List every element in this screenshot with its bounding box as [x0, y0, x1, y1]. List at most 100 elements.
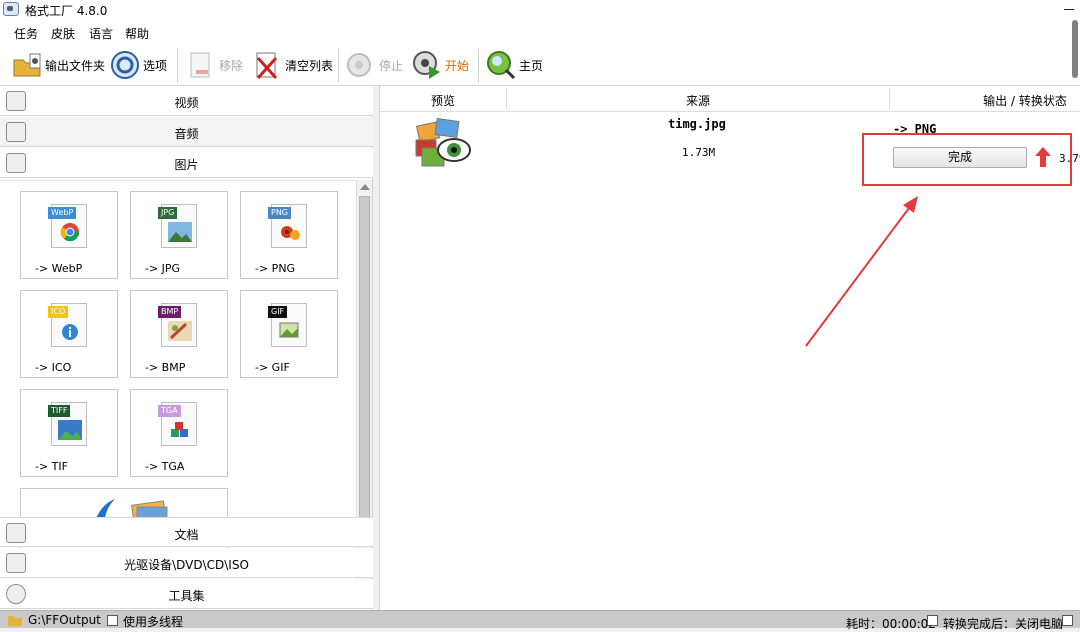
category-optical-label: 光驱设备\DVD\CD\ISO [124, 558, 249, 572]
format-tile-bmp[interactable]: BMP -> BMP [130, 290, 228, 378]
home-label: 主页 [519, 58, 544, 73]
output-folder-label: 输出文件夹 [45, 58, 106, 73]
menu-language[interactable]: 语言 [89, 25, 113, 42]
cubes-icon [171, 422, 188, 437]
category-panel: 视频 音频 图片 WebP -> WebP JPG -> JPG PNG -> … [0, 86, 373, 610]
format-label: -> PNG [255, 262, 296, 275]
landscape-icon [58, 420, 82, 440]
format-tile-webp[interactable]: WebP -> WebP [20, 191, 118, 279]
column-source[interactable]: 来源 [507, 92, 889, 109]
category-image-label: 图片 [174, 158, 199, 172]
minimize-icon[interactable] [1064, 9, 1074, 10]
image-preview-icon [415, 118, 471, 167]
format-badge: BMP [158, 306, 182, 318]
document-icon: JPG [158, 204, 197, 248]
format-badge: ICO [48, 306, 69, 318]
output-path[interactable]: G:\FFOutput [28, 613, 101, 627]
category-audio-label: 音频 [174, 127, 199, 141]
task-list-header: 预览 来源 输出 / 转换状态 [380, 86, 1080, 112]
format-tile-tif[interactable]: TIFF -> TIF [20, 389, 118, 477]
home-button[interactable]: 主页 [486, 47, 543, 83]
toolbar-divider [177, 48, 178, 82]
format-label: -> WebP [35, 262, 83, 275]
category-optical[interactable]: 光驱设备\DVD\CD\ISO [0, 548, 373, 578]
clear-list-label: 清空列表 [285, 58, 334, 73]
output-folder-button[interactable]: 输出文件夹 [12, 47, 105, 83]
multithread-checkbox[interactable] [107, 615, 118, 626]
format-badge: TGA [158, 405, 181, 417]
menu-bar: 任务 皮肤 语言 帮助 [0, 20, 1080, 44]
document-icon: WebP [48, 204, 87, 248]
app-icon [3, 2, 19, 16]
window-title: 格式工厂 4.8.0 [25, 4, 108, 18]
annotation-arrow [805, 196, 918, 347]
task-output-size: 3.79 [1059, 152, 1080, 165]
landscape-icon [168, 222, 192, 242]
format-tile-tga[interactable]: TGA -> TGA [130, 389, 228, 477]
format-label: -> ICO [35, 361, 72, 374]
remove-button[interactable]: 移除 [186, 47, 243, 83]
document-icon: PNG [268, 204, 307, 248]
stop-icon [347, 53, 371, 77]
info-icon [62, 324, 78, 340]
menu-skin[interactable]: 皮肤 [51, 25, 75, 42]
category-image[interactable]: 图片 [0, 148, 373, 178]
format-label: -> TIF [35, 460, 68, 473]
column-output[interactable]: 输出 / 转换状态 [890, 92, 1080, 109]
format-label: -> BMP [145, 361, 186, 374]
task-status-button[interactable]: 完成 [893, 147, 1027, 168]
elapsed-time: 耗时：00:00:02 [846, 617, 936, 631]
format-badge: PNG [268, 207, 292, 219]
category-document[interactable]: 文档 [0, 517, 373, 547]
format-badge: GIF [268, 306, 288, 318]
category-tools-label: 工具集 [168, 589, 205, 603]
extra-checkbox[interactable] [1062, 615, 1073, 626]
remove-icon [190, 52, 210, 78]
format-tile-png[interactable]: PNG -> PNG [240, 191, 338, 279]
menu-task[interactable]: 任务 [14, 25, 38, 42]
task-filename: timg.jpg [668, 117, 726, 131]
format-badge: WebP [48, 207, 77, 219]
category-video-label: 视频 [174, 96, 199, 110]
document-icon: TIFF [48, 402, 87, 446]
format-tile-ico[interactable]: ICO -> ICO [20, 290, 118, 378]
image-stack-icon [279, 322, 299, 338]
category-video[interactable]: 视频 [0, 86, 373, 116]
arrow-up-icon [1035, 147, 1051, 167]
toolbar-divider [338, 48, 339, 82]
clear-list-button[interactable]: 清空列表 [252, 47, 333, 83]
format-badge: JPG [158, 207, 178, 219]
format-tile-gif[interactable]: GIF -> GIF [240, 290, 338, 378]
toolbar-divider [478, 48, 479, 82]
format-tile-jpg[interactable]: JPG -> JPG [130, 191, 228, 279]
start-button[interactable]: 开始 [412, 47, 469, 83]
format-label: -> JPG [145, 262, 181, 275]
folder-icon [8, 616, 22, 626]
status-bar: G:\FFOutput 使用多线程 耗时：00:00:02 转换完成后：关闭电脑 [0, 610, 1080, 631]
chrome-icon [60, 223, 80, 242]
multithread-label: 使用多线程 [123, 615, 184, 629]
menu-help[interactable]: 帮助 [125, 25, 149, 42]
format-badge: TIFF [48, 405, 71, 417]
folder-icon [13, 53, 41, 77]
category-tools[interactable]: 工具集 [0, 579, 373, 609]
task-source-size: 1.73M [682, 146, 716, 159]
stop-button[interactable]: 停止 [346, 47, 403, 83]
start-label: 开始 [445, 58, 470, 73]
document-icon: GIF [268, 303, 307, 347]
category-audio[interactable]: 音频 [0, 117, 373, 147]
category-document-label: 文档 [174, 528, 199, 542]
after-convert-checkbox[interactable] [927, 615, 938, 626]
scroll-thumb[interactable] [359, 196, 370, 518]
scroll-up-icon[interactable] [360, 184, 370, 190]
after-convert-label: 转换完成后：关闭电脑 [943, 617, 1064, 631]
column-preview[interactable]: 预览 [380, 92, 506, 109]
document-icon: ICO [48, 303, 87, 347]
title-bar: 格式工厂 4.8.0 [0, 0, 1080, 20]
window-scroll-indicator [1072, 20, 1078, 78]
format-label: -> TGA [145, 460, 185, 473]
clear-list-icon [256, 52, 278, 80]
options-button[interactable]: 选项 [110, 47, 167, 83]
start-icon [413, 51, 440, 79]
options-label: 选项 [143, 58, 168, 73]
